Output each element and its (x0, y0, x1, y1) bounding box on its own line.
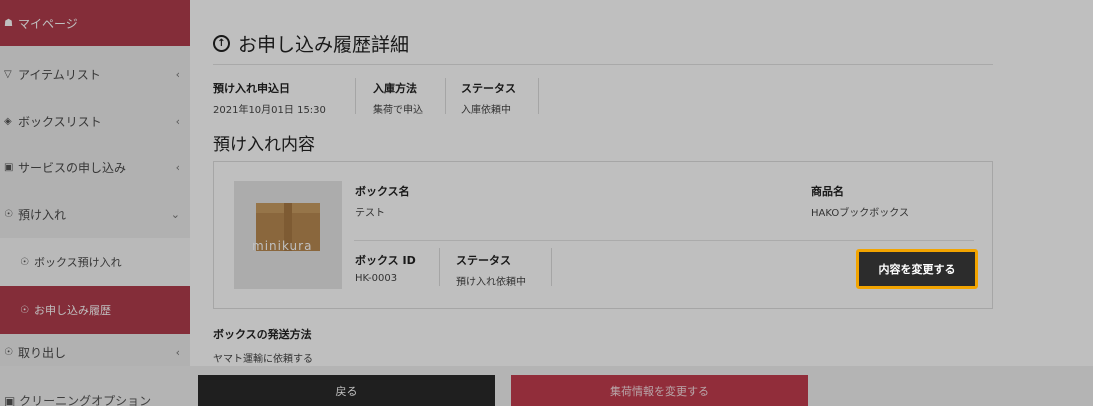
meta-method-value: 集荷で申込 (373, 105, 423, 116)
sidebar-item-cleaning-option[interactable]: ▣ クリーニングオプション (4, 392, 151, 406)
box-id-value: HK-0003 (355, 273, 398, 284)
box-id-label: ボックス ID (355, 254, 416, 267)
sidebar-item-item-list[interactable]: ▽ アイテムリスト ‹ (0, 50, 190, 98)
title-divider (213, 64, 993, 65)
meta-method: 入庫方法 集荷で申込 (373, 80, 423, 116)
sidebar-item-mypage[interactable]: ☗ マイページ (0, 0, 190, 46)
sidebar-item-label: ボックスリスト (18, 114, 102, 129)
back-button[interactable]: 戻る (198, 375, 495, 406)
sidebar-item-label: 預け入れ (18, 207, 67, 222)
card-divider (354, 240, 974, 241)
sidebar-item-deposit[interactable]: ☉ 預け入れ ⌄ (0, 190, 190, 238)
thumb-logo-text: minikura (252, 239, 313, 253)
main-content: ↑ お申し込み履歴詳細 預け入れ申込日 2021年10月01日 15:30 入庫… (190, 0, 1093, 406)
tag-icon: ▽ (4, 68, 12, 80)
chevron-left-icon: ‹ (175, 114, 180, 128)
circle-arrow-icon: ☉ (4, 346, 13, 358)
circle-arrow-icon: ☉ (20, 256, 29, 268)
meta-status-label: ステータス (461, 82, 516, 95)
card-separator (551, 248, 552, 286)
sidebar-item-service-apply[interactable]: ▣ サービスの申し込み ‹ (0, 143, 190, 191)
shipping-method-value: ヤマト運輸に依頼する (213, 354, 313, 365)
chevron-left-icon: ‹ (175, 67, 180, 81)
circle-arrow-icon: ☉ (4, 208, 13, 220)
meta-date: 預け入れ申込日 2021年10月01日 15:30 (213, 80, 326, 116)
sidebar-item-label: サービスの申し込み (18, 160, 127, 175)
meta-separator (445, 78, 446, 114)
card-separator (439, 248, 440, 286)
product-name-label: 商品名 (811, 185, 844, 198)
chevron-left-icon: ‹ (175, 345, 180, 359)
sidebar-item-label: マイページ (18, 16, 78, 31)
page-title: ↑ お申し込み履歴詳細 (213, 30, 409, 57)
sidebar: ☗ マイページ ▽ アイテムリスト ‹ ◈ ボックスリスト ‹ ▣ サービスの申… (0, 0, 190, 406)
box-name-label: ボックス名 (355, 185, 410, 198)
sidebar-item-application-history[interactable]: ☉ お申し込み履歴 (0, 286, 190, 334)
home-icon: ☗ (4, 17, 13, 29)
box-icon: ◈ (4, 115, 12, 127)
box-status-value: 預け入れ依頼中 (456, 277, 526, 288)
meta-date-label: 預け入れ申込日 (213, 82, 290, 95)
box-status-label: ステータス (456, 254, 511, 267)
meta-separator (355, 78, 356, 114)
chevron-left-icon: ‹ (175, 160, 180, 174)
meta-method-label: 入庫方法 (373, 82, 417, 95)
change-content-button[interactable]: 内容を変更する (856, 249, 978, 289)
meta-status-value: 入庫依頼中 (461, 105, 511, 116)
sidebar-item-label: クリーニングオプション (19, 394, 152, 406)
sidebar-item-label: ボックス預け入れ (34, 256, 122, 269)
cleaning-icon: ▣ (4, 394, 16, 406)
arrow-up-circle-icon: ↑ (213, 35, 230, 52)
circle-arrow-icon: ☉ (20, 304, 29, 316)
shipping-method-label: ボックスの発送方法 (213, 328, 312, 341)
sidebar-item-label: アイテムリスト (18, 67, 101, 82)
meta-separator (538, 78, 539, 114)
meta-date-value: 2021年10月01日 15:30 (213, 105, 326, 116)
sidebar-item-label: 取り出し (18, 345, 67, 360)
box-name-value: テスト (355, 208, 385, 219)
page-title-text: お申し込み履歴詳細 (238, 34, 410, 56)
box-thumbnail: minikura (234, 181, 342, 289)
chevron-down-icon: ⌄ (170, 207, 180, 221)
meta-status: ステータス 入庫依頼中 (461, 80, 516, 116)
section-title: 預け入れ内容 (213, 135, 315, 155)
product-name-value: HAKOブックボックス (811, 208, 909, 219)
sidebar-item-box-list[interactable]: ◈ ボックスリスト ‹ (0, 97, 190, 145)
change-pickup-button[interactable]: 集荷情報を変更する (511, 375, 808, 406)
cart-icon: ▣ (4, 161, 14, 173)
sidebar-item-label: お申し込み履歴 (34, 304, 111, 317)
sidebar-item-box-deposit[interactable]: ☉ ボックス預け入れ (0, 238, 190, 286)
